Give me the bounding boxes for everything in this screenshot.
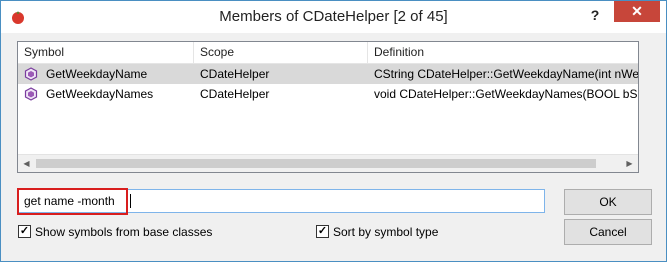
- members-dialog: Members of CDateHelper [2 of 45] ? ✕ Sym…: [0, 0, 667, 262]
- column-header-definition[interactable]: Definition: [368, 42, 638, 63]
- show-base-classes-label: Show symbols from base classes: [35, 225, 213, 239]
- sort-by-type-option[interactable]: ✓ Sort by symbol type: [316, 224, 476, 240]
- scroll-right-icon[interactable]: ▶: [621, 155, 638, 172]
- show-base-classes-option[interactable]: ✓ Show symbols from base classes: [18, 224, 238, 240]
- scroll-left-icon[interactable]: ◀: [18, 155, 35, 172]
- window-title: Members of CDateHelper [2 of 45]: [219, 8, 448, 25]
- text-caret: [130, 194, 131, 208]
- sort-by-type-checkbox[interactable]: ✓: [316, 225, 329, 238]
- list-header: Symbol Scope Definition: [18, 42, 638, 64]
- show-base-classes-checkbox[interactable]: ✓: [18, 225, 31, 238]
- ok-button[interactable]: OK: [564, 189, 652, 215]
- help-button[interactable]: ?: [583, 5, 607, 25]
- close-button[interactable]: ✕: [614, 1, 660, 22]
- horizontal-scrollbar[interactable]: ◀ ▶: [18, 154, 638, 172]
- dialog-body: Symbol Scope Definition GetWeekdayName C…: [1, 33, 666, 261]
- cancel-button[interactable]: Cancel: [564, 219, 652, 245]
- scrollbar-thumb[interactable]: [36, 159, 596, 168]
- list-row[interactable]: GetWeekdayNames CDateHelper void CDateHe…: [18, 84, 638, 104]
- row-scope: CDateHelper: [200, 87, 270, 101]
- members-list[interactable]: Symbol Scope Definition GetWeekdayName C…: [17, 41, 639, 173]
- row-definition: CString CDateHelper::GetWeekdayName(int …: [374, 67, 638, 81]
- list-row-selected[interactable]: GetWeekdayName CDateHelper CString CDate…: [18, 64, 638, 84]
- method-icon: [24, 67, 38, 81]
- column-header-scope[interactable]: Scope: [194, 42, 368, 63]
- row-definition: void CDateHelper::GetWeekdayNames(BOOL b…: [374, 87, 638, 101]
- column-header-symbol[interactable]: Symbol: [18, 42, 194, 63]
- title-bar[interactable]: Members of CDateHelper [2 of 45] ? ✕: [1, 1, 666, 33]
- row-symbol: GetWeekdayNames: [46, 87, 154, 101]
- input-highlight-box: [17, 188, 128, 215]
- row-scope: CDateHelper: [200, 67, 270, 81]
- row-symbol: GetWeekdayName: [46, 67, 148, 81]
- method-icon: [24, 87, 38, 101]
- sort-by-type-label: Sort by symbol type: [333, 225, 439, 239]
